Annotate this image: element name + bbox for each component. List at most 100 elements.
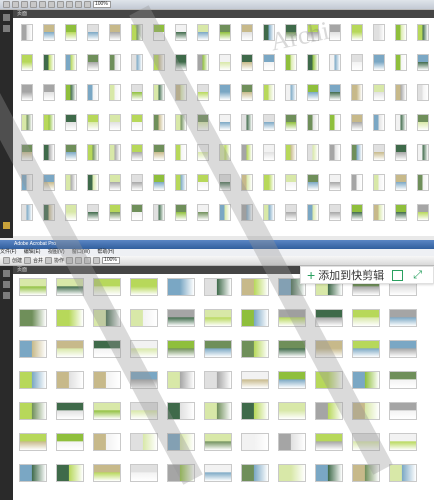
page-thumbnail[interactable] (204, 371, 232, 389)
page-thumbnail[interactable] (131, 114, 143, 131)
page-thumbnail[interactable] (167, 340, 195, 358)
page-thumbnail[interactable] (153, 114, 165, 131)
page-thumbnail[interactable] (130, 309, 158, 327)
page-thumbnail[interactable] (19, 464, 47, 482)
page-thumbnail[interactable] (351, 204, 363, 221)
page-thumbnail[interactable] (87, 24, 99, 41)
page-thumbnail[interactable] (167, 371, 195, 389)
select-tool-icon[interactable] (66, 1, 73, 8)
page-thumbnail[interactable] (351, 114, 363, 131)
page-thumbnail[interactable] (56, 340, 84, 358)
page-thumbnail[interactable] (263, 84, 275, 101)
page-thumbnail[interactable] (56, 464, 84, 482)
page-thumbnail[interactable] (87, 114, 99, 131)
page-thumbnail[interactable] (197, 144, 209, 161)
page-thumbnail[interactable] (19, 278, 47, 296)
page-thumbnail[interactable] (241, 433, 269, 451)
attachment-icon[interactable] (3, 292, 10, 299)
menu-window[interactable]: 窗口(W) (72, 249, 90, 255)
page-thumbnail[interactable] (373, 174, 385, 191)
add-to-clip-button[interactable]: 添加到快剪辑 (318, 267, 384, 283)
page-thumbnail[interactable] (131, 144, 143, 161)
page-thumbnail[interactable] (329, 144, 341, 161)
page-thumbnail[interactable] (315, 371, 343, 389)
zoom-in-icon[interactable] (93, 257, 101, 264)
page-thumbnail[interactable] (43, 174, 55, 191)
page-thumbnail[interactable] (175, 24, 187, 41)
page-thumbnail[interactable] (130, 278, 158, 296)
page-thumbnail[interactable] (417, 84, 429, 101)
page-thumbnail[interactable] (285, 174, 297, 191)
page-thumbnail[interactable] (417, 204, 429, 221)
page-thumbnail[interactable] (241, 402, 269, 420)
page-thumbnail[interactable] (373, 54, 385, 71)
page-thumbnail[interactable] (395, 54, 407, 71)
combine-icon[interactable] (24, 257, 32, 264)
page-thumbnail[interactable] (285, 144, 297, 161)
page-thumbnail[interactable] (56, 309, 84, 327)
page-thumbnail[interactable] (241, 278, 269, 296)
page-thumbnail[interactable] (56, 278, 84, 296)
page-thumbnail[interactable] (241, 309, 269, 327)
page-thumbnail[interactable] (351, 54, 363, 71)
collaborate-icon[interactable] (45, 257, 53, 264)
page-thumbnail[interactable] (389, 402, 417, 420)
page-thumbnail[interactable] (93, 278, 121, 296)
page-thumbnail[interactable] (219, 174, 231, 191)
page-thumbnail[interactable] (153, 174, 165, 191)
page-thumbnail[interactable] (329, 24, 341, 41)
page-thumbnail[interactable] (153, 24, 165, 41)
page-thumbnail[interactable] (19, 309, 47, 327)
email-icon[interactable] (30, 1, 37, 8)
page-thumbnail[interactable] (167, 433, 195, 451)
page-thumbnail[interactable] (241, 54, 253, 71)
expand-icon[interactable]: ⤢ (413, 269, 422, 282)
page-thumbnail[interactable] (219, 24, 231, 41)
pages-icon[interactable] (3, 270, 10, 277)
page-thumbnail[interactable] (197, 114, 209, 131)
page-thumbnail[interactable] (352, 371, 380, 389)
zoom-field[interactable]: 100% (102, 257, 121, 264)
page-thumbnail[interactable] (329, 114, 341, 131)
page-thumbnail[interactable] (153, 84, 165, 101)
page-thumbnail[interactable] (93, 433, 121, 451)
page-thumbnail[interactable] (197, 54, 209, 71)
page-thumbnail[interactable] (315, 309, 343, 327)
hand-tool-icon[interactable] (57, 1, 64, 8)
page-thumbnail[interactable] (130, 464, 158, 482)
page-thumbnail[interactable] (21, 204, 33, 221)
bookmarks-icon[interactable] (3, 25, 10, 32)
page-thumbnail[interactable] (21, 174, 33, 191)
page-thumbnail[interactable] (307, 114, 319, 131)
page-thumbnail[interactable] (131, 24, 143, 41)
page-thumbnail[interactable] (329, 84, 341, 101)
page-thumbnail[interactable] (109, 54, 121, 71)
page-thumbnail[interactable] (93, 464, 121, 482)
page-thumbnail[interactable] (263, 204, 275, 221)
page-thumbnail[interactable] (315, 402, 343, 420)
page-thumbnail[interactable] (167, 278, 195, 296)
page-thumbnail[interactable] (263, 54, 275, 71)
page-thumbnail[interactable] (329, 204, 341, 221)
menu-help[interactable]: 帮助(H) (97, 249, 114, 255)
page-thumbnail[interactable] (307, 144, 319, 161)
page-thumbnail[interactable] (307, 24, 319, 41)
page-thumbnail[interactable] (93, 309, 121, 327)
page-thumbnail[interactable] (285, 204, 297, 221)
page-thumbnail[interactable] (204, 340, 232, 358)
page-thumbnail[interactable] (395, 114, 407, 131)
page-thumbnail[interactable] (285, 84, 297, 101)
page-thumbnail[interactable] (285, 54, 297, 71)
page-thumbnail[interactable] (278, 340, 306, 358)
page-thumbnail[interactable] (204, 278, 232, 296)
pages-icon[interactable] (3, 14, 10, 21)
page-thumbnail[interactable] (373, 24, 385, 41)
page-thumbnail[interactable] (389, 433, 417, 451)
page-thumbnail[interactable] (352, 433, 380, 451)
page-thumbnail[interactable] (373, 204, 385, 221)
page-thumbnail[interactable] (87, 204, 99, 221)
page-thumbnail[interactable] (65, 84, 77, 101)
zoom-out-icon[interactable] (75, 1, 82, 8)
page-thumbnail[interactable] (167, 309, 195, 327)
page-thumbnail[interactable] (241, 84, 253, 101)
